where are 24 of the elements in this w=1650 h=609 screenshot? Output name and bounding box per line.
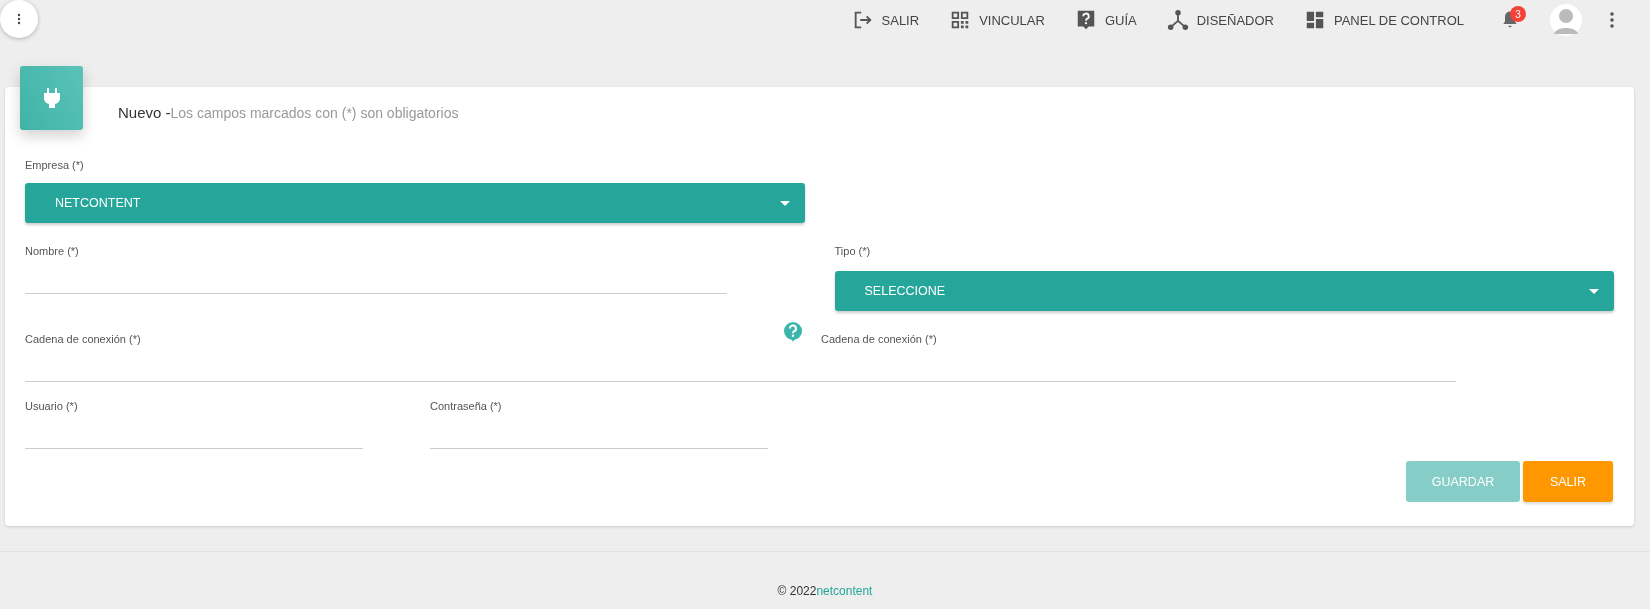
field-label: Tipo (*): [834, 245, 872, 257]
field-label: Contraseña (*): [430, 400, 503, 412]
nav-link[interactable]: PANEL DE CONTROL: [1303, 9, 1464, 31]
network-icon: [1166, 9, 1189, 31]
menu-icon: [17, 13, 21, 25]
nav-link[interactable]: SALIR: [851, 9, 920, 31]
notification-badge: 3: [1510, 6, 1526, 22]
plug-icon: [43, 88, 60, 108]
field-hint-label: Cadena de conexión (*): [821, 333, 937, 345]
avatar[interactable]: [1550, 4, 1582, 36]
field-label: Cadena de conexión (*): [25, 333, 142, 345]
copyright-text: © 2022: [777, 584, 817, 598]
nav-link[interactable]: GUÍA: [1074, 9, 1137, 31]
nav-link[interactable]: VINCULAR: [949, 9, 1045, 31]
menu-button[interactable]: [0, 0, 38, 38]
nav-link[interactable]: DISEÑADOR: [1166, 9, 1274, 31]
field-label: Empresa (*): [25, 159, 85, 171]
caret-icon: [780, 200, 790, 206]
card-title: Nuevo -Los campos marcados con (*) son obligatorios: [118, 104, 459, 123]
more-icon[interactable]: [1610, 12, 1614, 28]
field-label: Nombre (*): [25, 245, 80, 257]
field-label: Usuario (*): [25, 400, 79, 412]
help-icon[interactable]: [783, 321, 803, 343]
caret-icon: [1589, 288, 1599, 294]
